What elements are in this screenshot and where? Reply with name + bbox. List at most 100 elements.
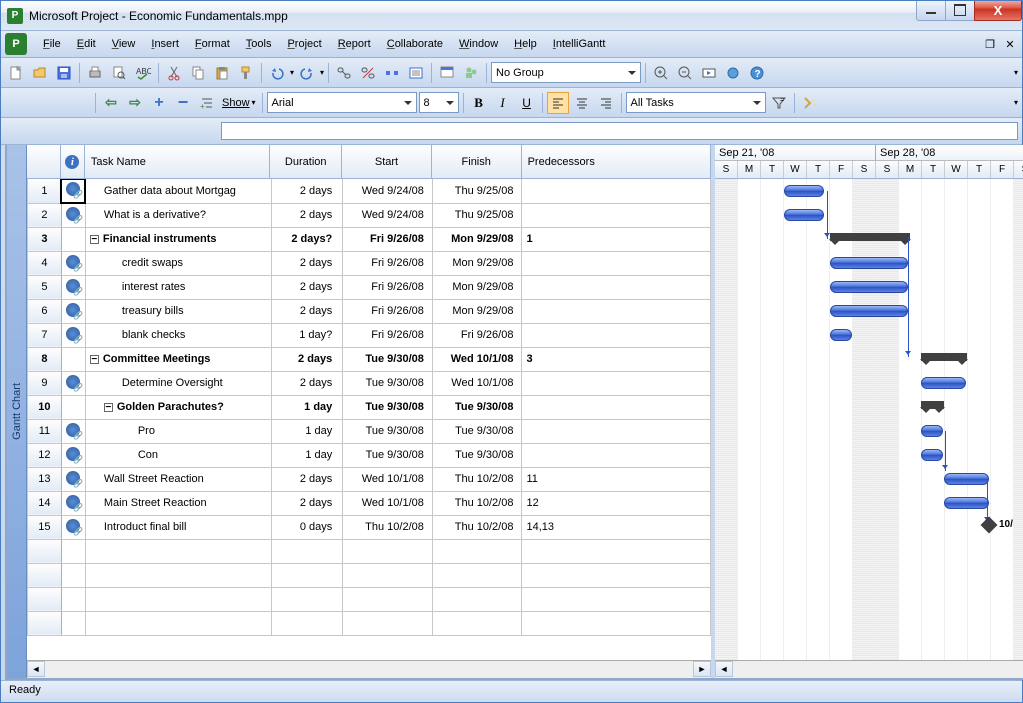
- autofilter-icon[interactable]: =: [768, 92, 790, 114]
- start-cell[interactable]: Tue 9/30/08: [343, 347, 433, 371]
- paste-icon[interactable]: [211, 62, 233, 84]
- duration-cell[interactable]: 1 day: [271, 419, 343, 443]
- gantt-summary-bar[interactable]: [921, 401, 944, 409]
- gantt-summary-bar[interactable]: [921, 353, 967, 361]
- duration-cell[interactable]: 2 days: [271, 203, 343, 227]
- taskname-cell[interactable]: Main Street Reaction: [85, 491, 271, 515]
- predecessors-cell[interactable]: [522, 323, 711, 347]
- row-number[interactable]: 2: [28, 203, 62, 227]
- gantt-bar[interactable]: [784, 185, 824, 197]
- collapse-icon[interactable]: −: [104, 403, 113, 412]
- duration-column-header[interactable]: Duration: [270, 145, 342, 178]
- gantt-bar[interactable]: [921, 377, 966, 389]
- duration-cell[interactable]: 0 days: [271, 515, 343, 539]
- predecessors-cell[interactable]: [522, 299, 711, 323]
- start-cell[interactable]: Fri 9/26/08: [343, 275, 433, 299]
- predecessors-cell[interactable]: [522, 251, 711, 275]
- taskname-cell[interactable]: treasury bills: [85, 299, 271, 323]
- info-cell[interactable]: [61, 299, 85, 323]
- start-cell[interactable]: Tue 9/30/08: [343, 419, 433, 443]
- task-info-icon[interactable]: [405, 62, 427, 84]
- task-row[interactable]: 10−Golden Parachutes?1 dayTue 9/30/08Tue…: [28, 395, 711, 419]
- task-row[interactable]: 12Con1 dayTue 9/30/08Tue 9/30/08: [28, 443, 711, 467]
- taskname-cell[interactable]: Gather data about Mortgag: [85, 179, 271, 203]
- info-cell[interactable]: [61, 323, 85, 347]
- finish-cell[interactable]: Mon 9/29/08: [432, 227, 522, 251]
- info-cell[interactable]: [61, 491, 85, 515]
- empty-row[interactable]: [28, 539, 711, 563]
- help-icon[interactable]: ?: [746, 62, 768, 84]
- show-dropdown[interactable]: Show: [220, 97, 258, 109]
- info-cell[interactable]: [61, 179, 85, 203]
- nav-back-icon[interactable]: ⇦: [100, 92, 122, 114]
- row-number[interactable]: 12: [28, 443, 62, 467]
- row-number[interactable]: 9: [28, 371, 62, 395]
- align-center-icon[interactable]: [571, 92, 593, 114]
- nav-fwd-icon[interactable]: ⇨: [124, 92, 146, 114]
- info-cell[interactable]: [61, 467, 85, 491]
- predecessors-cell[interactable]: [522, 395, 711, 419]
- copy-picture-icon[interactable]: [722, 62, 744, 84]
- gantt-bar[interactable]: [830, 281, 908, 293]
- grid-hscrollbar[interactable]: ◄ ►: [27, 660, 711, 678]
- predecessors-cell[interactable]: [522, 419, 711, 443]
- row-number[interactable]: 3: [28, 227, 62, 251]
- row-number[interactable]: 10: [28, 395, 62, 419]
- save-icon[interactable]: [53, 62, 75, 84]
- view-bar[interactable]: Gantt Chart: [7, 145, 27, 678]
- duration-cell[interactable]: 2 days: [271, 299, 343, 323]
- predecessors-cell[interactable]: 12: [522, 491, 711, 515]
- duration-cell[interactable]: 2 days: [271, 467, 343, 491]
- task-row[interactable]: 13Wall Street Reaction2 daysWed 10/1/08T…: [28, 467, 711, 491]
- task-notes-icon[interactable]: [436, 62, 458, 84]
- corner-cell[interactable]: [27, 145, 61, 178]
- print-icon[interactable]: [84, 62, 106, 84]
- minimize-button[interactable]: [916, 1, 946, 21]
- filter-dropdown[interactable]: All Tasks: [626, 92, 766, 113]
- menu-file[interactable]: File: [35, 35, 69, 53]
- info-cell[interactable]: [61, 251, 85, 275]
- finish-cell[interactable]: Thu 10/2/08: [432, 467, 522, 491]
- row-number[interactable]: 1: [28, 179, 62, 203]
- start-column-header[interactable]: Start: [342, 145, 432, 178]
- finish-cell[interactable]: Tue 9/30/08: [432, 443, 522, 467]
- row-number[interactable]: 6: [28, 299, 62, 323]
- info-cell[interactable]: [61, 443, 85, 467]
- task-row[interactable]: 3−Financial instruments2 days?Fri 9/26/0…: [28, 227, 711, 251]
- row-number[interactable]: 14: [28, 491, 62, 515]
- task-row[interactable]: 2What is a derivative?2 daysWed 9/24/08T…: [28, 203, 711, 227]
- start-cell[interactable]: Fri 9/26/08: [343, 299, 433, 323]
- row-number[interactable]: 15: [28, 515, 62, 539]
- taskname-cell[interactable]: −Financial instruments: [85, 227, 271, 251]
- finish-cell[interactable]: Wed 10/1/08: [432, 347, 522, 371]
- taskname-cell[interactable]: −Golden Parachutes?: [85, 395, 271, 419]
- align-right-icon[interactable]: [595, 92, 617, 114]
- undo-icon[interactable]: [266, 62, 288, 84]
- new-icon[interactable]: [5, 62, 27, 84]
- info-column-header[interactable]: i: [61, 145, 85, 178]
- gantt-bar[interactable]: [830, 329, 852, 341]
- outdent-icon[interactable]: +: [148, 92, 170, 114]
- duration-cell[interactable]: 2 days: [271, 275, 343, 299]
- gantt-bar[interactable]: [921, 449, 943, 461]
- scroll-right-icon[interactable]: ►: [693, 661, 711, 677]
- gantt-summary-bar[interactable]: [830, 233, 910, 241]
- start-cell[interactable]: Fri 9/26/08: [343, 323, 433, 347]
- task-row[interactable]: 4credit swaps2 daysFri 9/26/08Mon 9/29/0…: [28, 251, 711, 275]
- predecessors-cell[interactable]: [522, 179, 711, 203]
- font-dropdown[interactable]: Arial: [267, 92, 417, 113]
- menu-project[interactable]: Project: [279, 35, 329, 53]
- task-row[interactable]: 5interest rates2 daysFri 9/26/08Mon 9/29…: [28, 275, 711, 299]
- duration-cell[interactable]: 2 days: [271, 251, 343, 275]
- gantt-bar[interactable]: [830, 257, 908, 269]
- taskname-cell[interactable]: Wall Street Reaction: [85, 467, 271, 491]
- open-icon[interactable]: [29, 62, 51, 84]
- task-row[interactable]: 1Gather data about Mortgag2 daysWed 9/24…: [28, 179, 711, 203]
- format-painter-icon[interactable]: [235, 62, 257, 84]
- bold-icon[interactable]: B: [468, 92, 490, 114]
- unlink-icon[interactable]: [357, 62, 379, 84]
- show-subtasks-icon[interactable]: +: [196, 92, 218, 114]
- taskname-cell[interactable]: Con: [85, 443, 271, 467]
- row-number[interactable]: 13: [28, 467, 62, 491]
- menu-view[interactable]: View: [104, 35, 144, 53]
